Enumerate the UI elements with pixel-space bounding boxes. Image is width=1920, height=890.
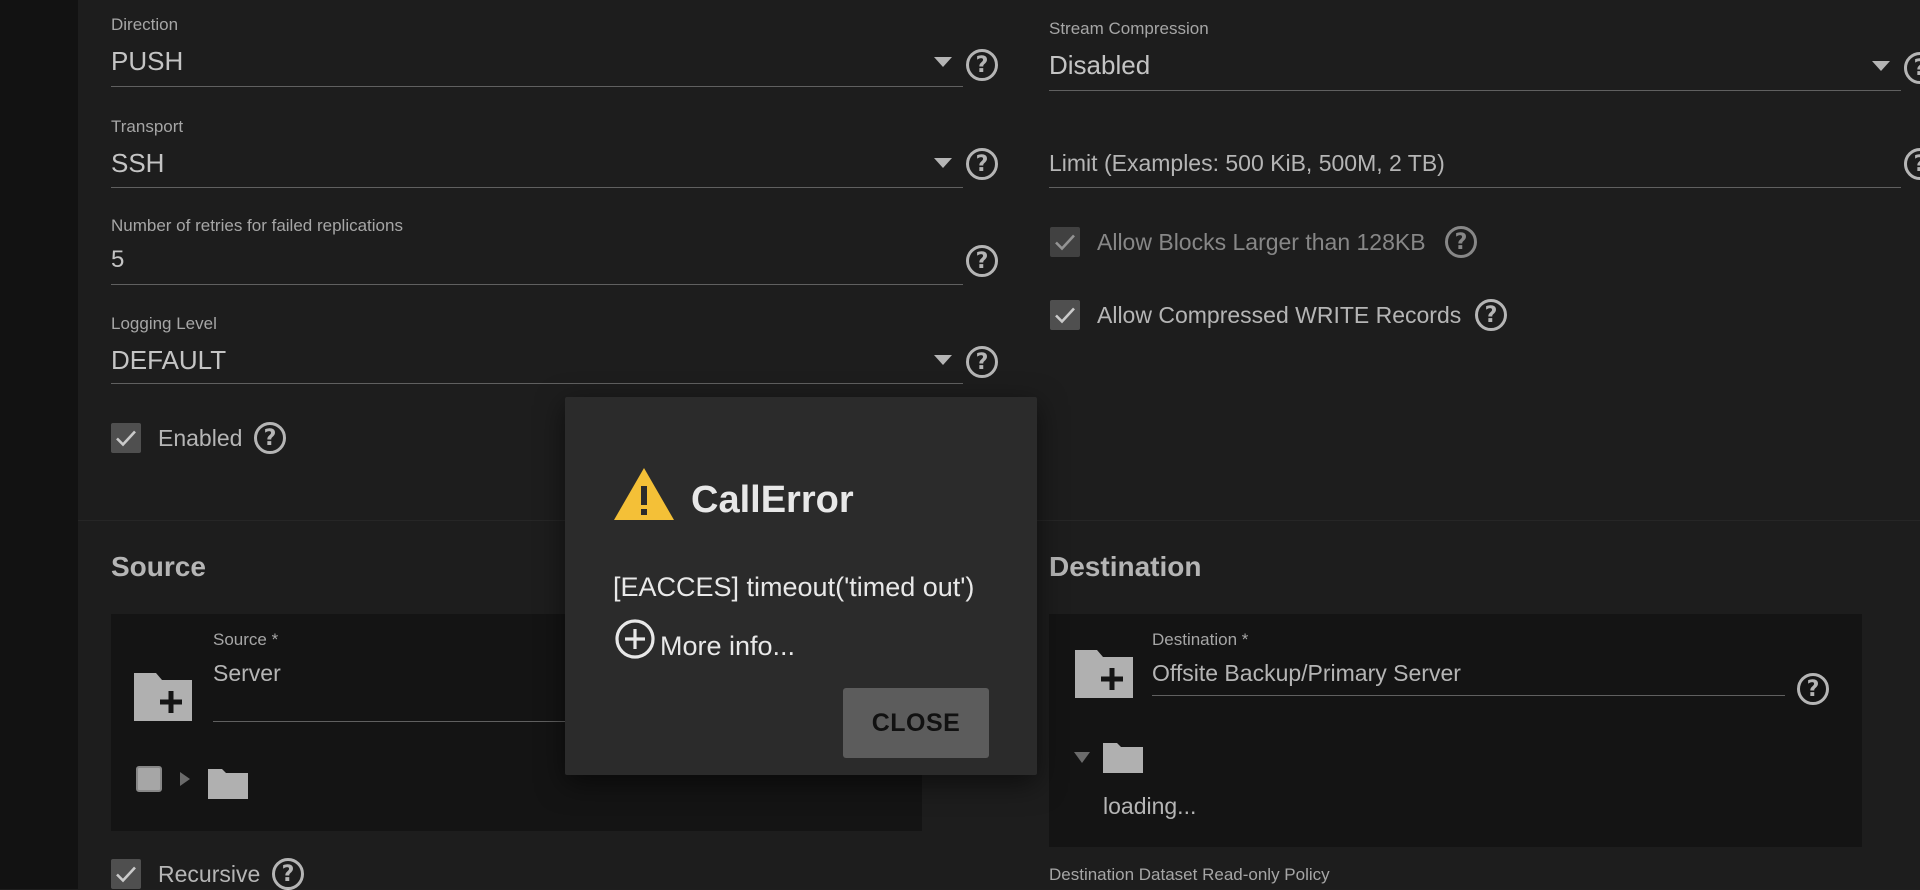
dialog-message: [EACCES] timeout('timed out') [613, 572, 975, 602]
warning-icon [614, 468, 674, 520]
error-dialog: CallError [EACCES] timeout('timed out') … [565, 397, 1037, 775]
close-button[interactable]: CLOSE [843, 688, 989, 758]
dialog-title: CallError [691, 479, 854, 521]
plus-circle-icon[interactable] [614, 618, 656, 660]
more-info-link[interactable]: More info... [660, 631, 795, 662]
